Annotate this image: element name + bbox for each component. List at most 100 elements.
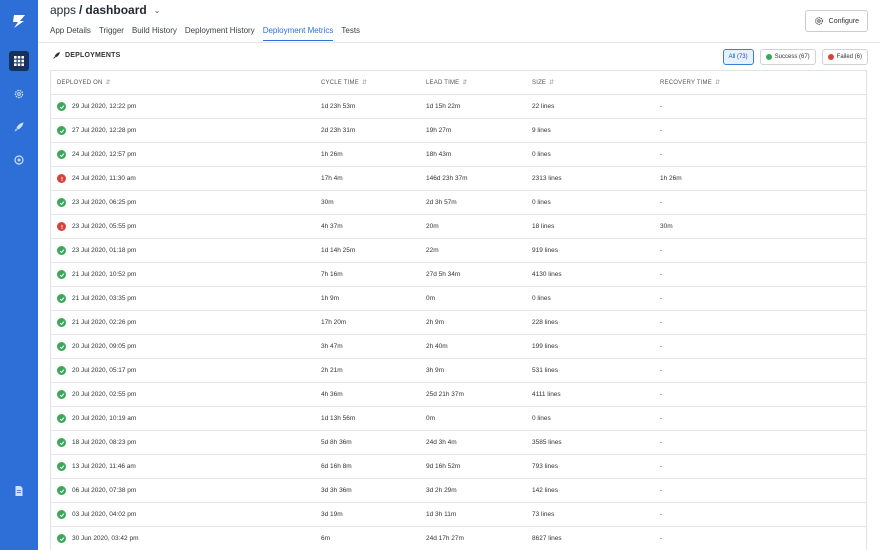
filter-success-label: Success (67) <box>774 54 810 60</box>
cell-cycle-time: 2d 23h 31m <box>321 127 356 134</box>
table-row[interactable]: 27 Jul 2020, 12:28 pm 2d 23h 31m 19h 27m 9 … <box>51 119 866 143</box>
cell-size: 22 lines <box>532 103 555 110</box>
rocket-icon[interactable] <box>9 117 29 137</box>
cell-size: 199 lines <box>532 343 559 350</box>
cell-deployed-on: 20 Jul 2020, 05:17 pm <box>72 367 137 374</box>
column-header-deployed-on[interactable]: DEPLOYED ON ⇵ <box>57 79 111 87</box>
cell-cycle-time: 5d 8h 36m <box>321 439 352 446</box>
table-row[interactable]: 20 Jul 2020, 05:17 pm 2h 21m 3h 9m 531 line… <box>51 359 866 383</box>
table-row[interactable]: 21 Jul 2020, 02:26 pm 17h 20m 2h 9m 228 lin… <box>51 311 866 335</box>
table-row[interactable]: 23 Jul 2020, 05:55 pm 4h 37m 20m 18 lines 30… <box>51 215 866 239</box>
cell-lead-time: 3h 9m <box>426 367 445 374</box>
failed-dot-icon <box>827 54 834 60</box>
filter-all-button[interactable]: All (73) <box>722 49 754 65</box>
tab-tests[interactable]: Tests <box>341 26 360 41</box>
column-header-label: DEPLOYED ON <box>57 79 103 86</box>
table-row[interactable]: 20 Jul 2020, 09:05 pm 3h 47m 2h 40m 199 lin… <box>51 335 866 359</box>
table-row[interactable]: 13 Jul 2020, 11:46 am 6d 16h 8m 9d 16h 52m… <box>51 455 866 479</box>
tab-deployment-metrics[interactable]: Deployment Metrics <box>262 26 334 41</box>
table-row[interactable]: 24 Jul 2020, 11:30 am 17h 4m 146d 23h 37m 2… <box>51 167 866 191</box>
table-row[interactable]: 23 Jul 2020, 01:18 pm 1d 14h 25m 22m 919 li… <box>51 239 866 263</box>
cell-cycle-time: 17h 20m <box>321 319 347 326</box>
cell-cycle-time: 7h 16m <box>321 271 343 278</box>
logo-icon[interactable] <box>9 11 29 31</box>
cell-cycle-time: 1d 14h 25m <box>321 247 356 254</box>
column-header-label: SIZE <box>532 79 547 86</box>
cell-size: 3585 lines <box>532 439 562 446</box>
table-row[interactable]: 18 Jul 2020, 08:23 pm 5d 8h 36m 24d 3h 4m 3… <box>51 431 866 455</box>
table-row[interactable]: 24 Jul 2020, 12:57 pm 1h 26m 18h 43m 0 line… <box>51 143 866 167</box>
sort-icon: ⇵ <box>549 80 555 86</box>
cell-recovery-time: - <box>660 367 663 374</box>
cell-size: 793 lines <box>532 463 559 470</box>
cell-recovery-time: - <box>660 127 663 134</box>
table-row[interactable]: 21 Jul 2020, 10:52 pm 7h 16m 27d 5h 34m 413… <box>51 263 866 287</box>
cell-recovery-time: - <box>660 535 663 542</box>
cell-deployed-on: 18 Jul 2020, 08:23 pm <box>72 439 137 446</box>
cell-lead-time: 24d 3h 4m <box>426 439 457 446</box>
cell-cycle-time: 1h 9m <box>321 295 340 302</box>
filter-failed-button[interactable]: Failed (6) <box>821 49 868 65</box>
cell-lead-time: 18h 43m <box>426 151 452 158</box>
cell-deployed-on: 29 Jul 2020, 12:22 pm <box>72 103 137 110</box>
cell-recovery-time: - <box>660 511 663 518</box>
success-icon <box>57 534 66 543</box>
chevron-down-icon[interactable]: ⌄ <box>154 6 161 15</box>
column-header-label: CYCLE TIME <box>321 79 359 86</box>
document-icon[interactable] <box>9 481 29 501</box>
success-icon <box>57 366 66 375</box>
cell-deployed-on: 06 Jul 2020, 07:38 pm <box>72 487 137 494</box>
table-row[interactable]: 30 Jun 2020, 03:42 pm 6m 24d 17h 27m 8627 l… <box>51 527 866 550</box>
tab-trigger[interactable]: Trigger <box>99 26 124 41</box>
tab-deployment-history[interactable]: Deployment History <box>185 26 255 41</box>
cell-deployed-on: 23 Jul 2020, 01:18 pm <box>72 247 137 254</box>
tab-build-history[interactable]: Build History <box>132 26 177 41</box>
column-header-recovery-time[interactable]: RECOVERY TIME ⇵ <box>660 79 720 87</box>
table-row[interactable]: 03 Jul 2020, 04:02 pm 3d 19m 1d 3h 11m 73 l… <box>51 503 866 527</box>
gear-icon[interactable] <box>9 84 29 104</box>
app-header: apps / dashboard ⌄ App Details Trigger B… <box>38 0 880 43</box>
cell-size: 18 lines <box>532 223 555 230</box>
cell-recovery-time: - <box>660 247 663 254</box>
configure-button[interactable]: Configure <box>804 10 868 32</box>
cell-cycle-time: 1d 23h 53m <box>321 103 356 110</box>
column-header-label: RECOVERY TIME <box>660 79 712 86</box>
cell-lead-time: 19h 27m <box>426 127 452 134</box>
table-row[interactable]: 21 Jul 2020, 03:35 pm 1h 9m 0m 0 lines - <box>51 287 866 311</box>
cell-lead-time: 2d 3h 57m <box>426 199 457 206</box>
column-header-lead-time[interactable]: LEAD TIME ⇵ <box>426 79 468 87</box>
cell-deployed-on: 20 Jul 2020, 02:55 pm <box>72 391 137 398</box>
table-row[interactable]: 29 Jul 2020, 12:22 pm 1d 23h 53m 1d 15h 22… <box>51 95 866 119</box>
success-dot-icon <box>765 54 772 60</box>
table-row[interactable]: 20 Jul 2020, 10:19 am 1d 13h 56m 0m 0 lines… <box>51 407 866 431</box>
table-row[interactable]: 23 Jul 2020, 06:25 pm 30m 2d 3h 57m 0 lines… <box>51 191 866 215</box>
filter-success-button[interactable]: Success (67) <box>759 49 816 65</box>
cell-size: 142 lines <box>532 487 559 494</box>
cell-cycle-time: 30m <box>321 199 334 206</box>
settings-icon[interactable] <box>9 150 29 170</box>
success-icon <box>57 318 66 327</box>
cell-size: 228 lines <box>532 319 559 326</box>
success-icon <box>57 246 66 255</box>
apps-grid-icon[interactable] <box>9 51 29 71</box>
success-icon <box>57 390 66 399</box>
cell-cycle-time: 6m <box>321 535 331 542</box>
table-row[interactable]: 20 Jul 2020, 02:55 pm 4h 36m 25d 21h 37m 41… <box>51 383 866 407</box>
gear-icon <box>814 17 823 25</box>
cell-deployed-on: 27 Jul 2020, 12:28 pm <box>72 127 137 134</box>
cell-cycle-time: 3d 19m <box>321 511 343 518</box>
cell-size: 8627 lines <box>532 535 562 542</box>
cell-size: 919 lines <box>532 247 559 254</box>
tab-app-details[interactable]: App Details <box>50 26 91 41</box>
table-row[interactable]: 06 Jul 2020, 07:38 pm 3d 3h 36m 3d 2h 29m 1… <box>51 479 866 503</box>
column-header-cycle-time[interactable]: CYCLE TIME ⇵ <box>321 79 367 87</box>
cell-size: 9 lines <box>532 127 551 134</box>
breadcrumb[interactable]: apps / dashboard ⌄ <box>50 3 160 17</box>
success-icon <box>57 198 66 207</box>
column-header-size[interactable]: SIZE ⇵ <box>532 79 555 87</box>
configure-label: Configure <box>828 17 859 25</box>
cell-deployed-on: 24 Jul 2020, 12:57 pm <box>72 151 137 158</box>
cell-recovery-time: - <box>660 271 663 278</box>
org-name: apps <box>50 3 77 17</box>
status-filters: All (73) Success (67) Failed (6) <box>722 49 868 65</box>
